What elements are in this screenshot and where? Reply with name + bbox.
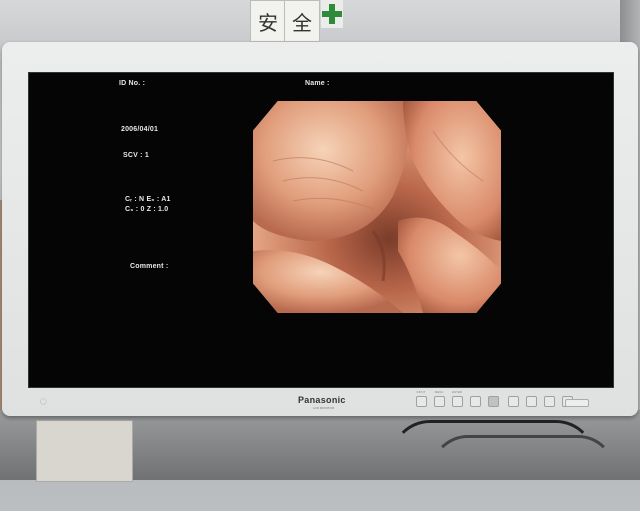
patient-id-label: ID No. : bbox=[119, 80, 146, 87]
comment-label: Comment : bbox=[130, 263, 169, 270]
patient-name-label: Name : bbox=[305, 80, 330, 87]
enter-button-label: ENTER bbox=[451, 390, 463, 394]
cable-2 bbox=[430, 435, 616, 511]
brand-subtitle: LCD MONITOR bbox=[313, 406, 334, 410]
input-button-label: INPUT bbox=[416, 390, 426, 394]
menu-button[interactable] bbox=[434, 396, 445, 407]
green-cross-icon bbox=[321, 0, 343, 28]
safety-sign-2: 全 bbox=[284, 0, 320, 42]
safety-sign-char-1: 安 bbox=[258, 11, 278, 35]
control-button-6[interactable] bbox=[508, 396, 519, 407]
scv-readout: SCV : 1 bbox=[123, 152, 149, 159]
menu-button-label: MENU bbox=[434, 390, 444, 394]
control-button-7[interactable] bbox=[526, 396, 537, 407]
control-button-5[interactable] bbox=[488, 396, 499, 407]
input-button[interactable] bbox=[416, 396, 427, 407]
control-button-4[interactable] bbox=[470, 396, 481, 407]
brand-logo: Panasonic bbox=[298, 395, 346, 405]
medical-monitor: ID No. : Name : 2006/04/01 SCV : 1 Cᵣ : … bbox=[2, 42, 638, 416]
safety-sign-1: 安 bbox=[250, 0, 286, 42]
endoscopic-image bbox=[253, 101, 501, 313]
safety-sign-char-2: 全 bbox=[292, 11, 312, 35]
exam-date: 2006/04/01 bbox=[121, 126, 159, 133]
status-led: ◯ bbox=[40, 399, 47, 405]
monitor-screen: ID No. : Name : 2006/04/01 SCV : 1 Cᵣ : … bbox=[28, 72, 614, 388]
color-enhance-readout: Cᵣ : N E₆ : A1 bbox=[125, 196, 171, 203]
power-button[interactable] bbox=[565, 399, 589, 407]
zoom-readout: C₆ : 0 Z : 1.0 bbox=[125, 206, 169, 213]
endoscopic-image-graphic bbox=[253, 101, 501, 313]
control-button-8[interactable] bbox=[544, 396, 555, 407]
enter-button[interactable] bbox=[452, 396, 463, 407]
storage-bin bbox=[36, 420, 133, 482]
